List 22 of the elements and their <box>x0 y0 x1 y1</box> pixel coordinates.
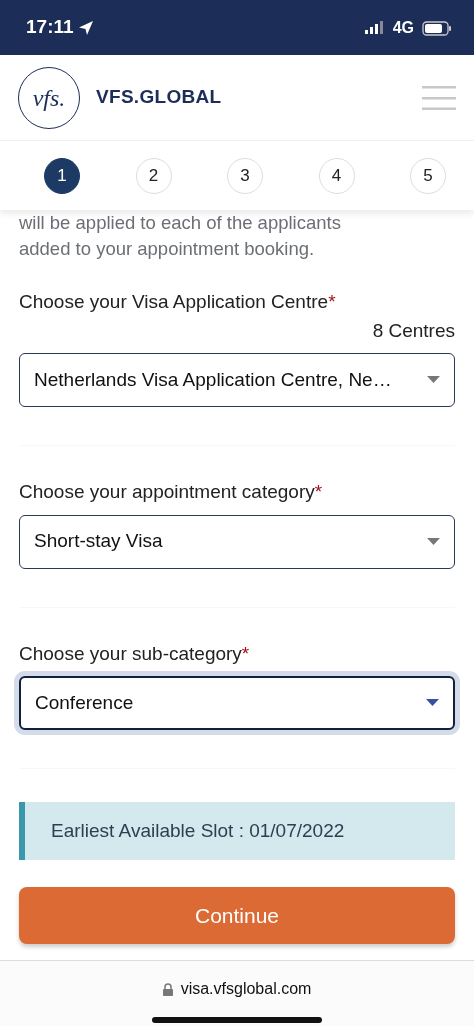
field-label: Choose your Visa Application Centre* <box>19 290 337 314</box>
home-indicator[interactable] <box>152 1017 322 1023</box>
step-indicator[interactable]: 3 <box>227 157 263 194</box>
centre-count: 8 Centres <box>372 318 455 343</box>
url-text[interactable]: visa.vfsglobal.com <box>180 977 312 1001</box>
caret-icon <box>427 537 440 546</box>
step-indicator[interactable]: 2 <box>135 157 172 194</box>
dropdown-select[interactable]: Short-stay Visa <box>19 514 455 569</box>
caret-icon <box>427 376 440 384</box>
menu-icon[interactable] <box>422 84 456 111</box>
slot-alert: Earliest Available Slot : 01/07/2022 <box>19 802 455 860</box>
caret-icon <box>426 699 439 707</box>
step-indicator[interactable]: 4 <box>318 157 355 194</box>
clock-time: 17:11 <box>26 15 74 40</box>
intro-text: will be applied to each of the applicants added to your appointment booking. <box>18 211 342 261</box>
step-indicator[interactable]: 5 <box>410 157 446 194</box>
network-label: 4G <box>392 17 414 38</box>
step-indicator[interactable]: 1 <box>44 157 80 194</box>
brand-name: VFS.GLOBAL <box>96 85 222 110</box>
dropdown-select[interactable]: Netherlands Visa Application Centre, Ne… <box>19 353 455 407</box>
field-label: Choose your sub-category* <box>19 641 251 666</box>
field-label: Choose your appointment category* <box>19 480 324 504</box>
